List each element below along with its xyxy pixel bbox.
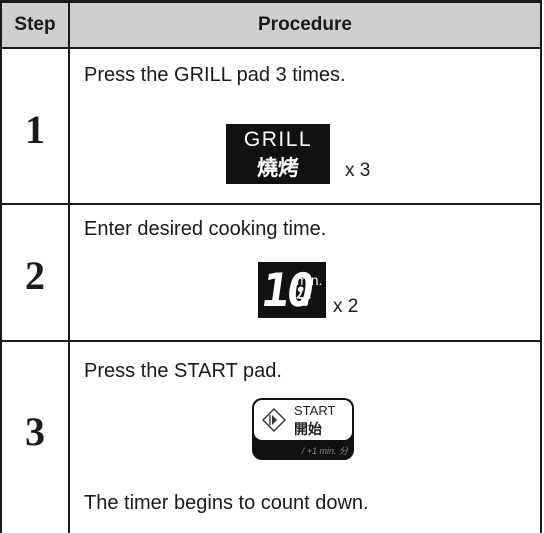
grill-pad-label: GRILL — [243, 128, 313, 151]
row-divider-2 — [0, 340, 542, 342]
procedure-table: Step Procedure 1 Press the GRILL pad 3 t… — [0, 0, 542, 533]
start-pad-label-zh: 開始 — [294, 422, 322, 438]
step-2-multiplier: x 2 — [333, 296, 359, 317]
step-1-instruction: Press the GRILL pad 3 times. — [84, 64, 346, 86]
row-divider-1 — [0, 203, 542, 205]
start-pad-face: START 開始 — [254, 400, 352, 440]
time-unit-label-zh: 分 — [296, 290, 312, 308]
table-border-right — [540, 0, 542, 533]
step-number-1: 1 — [25, 107, 45, 152]
header-step: Step — [2, 3, 68, 47]
step-1-multiplier: x 3 — [345, 160, 371, 181]
step-number-2: 2 — [25, 253, 45, 298]
start-diamond-icon — [262, 408, 286, 432]
start-pad-sublabel: / +1 min. 分 — [301, 446, 348, 456]
step-2-instruction: Enter desired cooking time. — [84, 218, 327, 240]
step-3-instruction: Press the START pad. — [84, 360, 282, 382]
start-pad-label: START — [294, 403, 336, 418]
time-unit-label: min. — [296, 272, 323, 288]
start-pad[interactable]: START 開始 / +1 min. 分 — [252, 398, 354, 460]
header-divider — [0, 47, 542, 49]
header-procedure: Procedure — [70, 3, 540, 47]
step-3-note: The timer begins to count down. — [84, 492, 369, 514]
step-number-3: 3 — [25, 409, 45, 454]
column-divider — [68, 0, 70, 533]
time-display-pad[interactable]: 10 min. 分 — [258, 262, 326, 318]
grill-pad-label-zh: 燒烤 — [257, 156, 299, 180]
grill-pad[interactable]: GRILL 燒烤 — [226, 124, 330, 184]
